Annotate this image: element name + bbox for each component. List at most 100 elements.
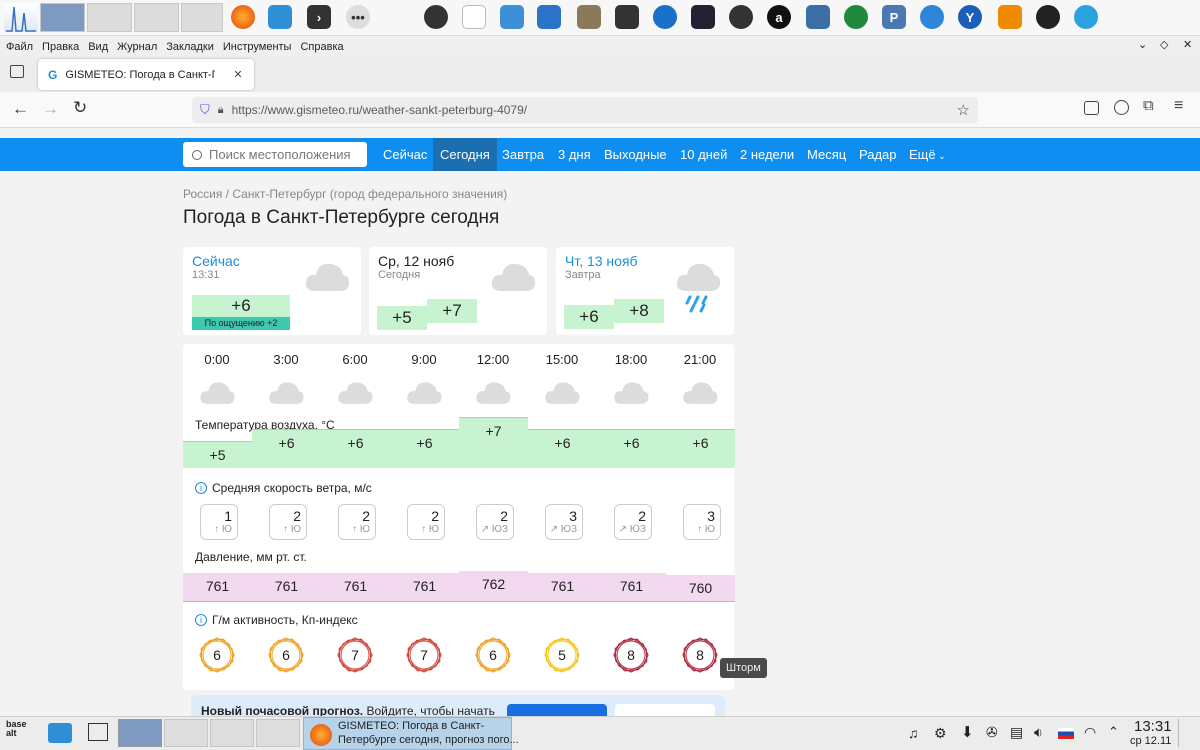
anydesk-icon[interactable]: a <box>767 5 791 29</box>
pocket-icon[interactable] <box>1084 101 1099 115</box>
menu-tools[interactable]: Инструменты <box>223 41 292 53</box>
pager-desktop-2[interactable] <box>164 719 208 747</box>
back-icon[interactable]: ← <box>12 99 29 119</box>
kp-index-badge[interactable]: 7 <box>336 636 374 674</box>
reload-icon[interactable]: ↻ <box>73 98 87 118</box>
kp-index-badge[interactable]: 7 <box>405 636 443 674</box>
kp-index-badge[interactable]: 6 <box>267 636 305 674</box>
menu-view[interactable]: Вид <box>88 41 108 53</box>
tomorrow-card[interactable]: Чт, 13 нояб Завтра +6 +8 <box>556 247 734 335</box>
extensions-icon[interactable]: ⧉ <box>1143 97 1154 114</box>
headphones-icon[interactable] <box>653 5 677 29</box>
info-icon[interactable]: i <box>195 614 207 626</box>
nav-2-weeks[interactable]: 2 недели <box>733 138 801 171</box>
desktop-pager-4[interactable] <box>181 3 223 32</box>
tray-expand-icon[interactable]: ⌃ <box>1108 724 1119 740</box>
bird-app-icon[interactable] <box>1036 5 1060 29</box>
clock-date[interactable]: ср 12.11 <box>1130 735 1171 747</box>
document-viewer-icon[interactable] <box>462 5 486 29</box>
close-window-icon[interactable]: ✕ <box>1183 38 1192 51</box>
keyboard-layout-icon[interactable] <box>1058 728 1074 739</box>
p-app-icon[interactable]: P <box>882 5 906 29</box>
bookmark-star-icon[interactable]: ☆ <box>957 101 970 119</box>
app-store-icon[interactable] <box>500 5 524 29</box>
close-tab-icon[interactable]: ✕ <box>233 68 242 81</box>
obs-icon[interactable] <box>424 5 448 29</box>
nav-tomorrow[interactable]: Завтра <box>495 138 551 171</box>
more-apps-icon[interactable]: ••• <box>346 5 370 29</box>
pager-desktop-3[interactable] <box>210 719 254 747</box>
pager-desktop-4[interactable] <box>256 719 300 747</box>
menu-help[interactable]: Справка <box>300 41 343 53</box>
volume-icon[interactable]: 🔉︎ <box>1034 724 1043 741</box>
desktop-pager-2[interactable] <box>87 3 132 32</box>
menu-bookmarks[interactable]: Закладки <box>166 41 214 53</box>
show-desktop-button[interactable] <box>1178 719 1196 747</box>
nav-today[interactable]: Сегодня <box>433 138 497 171</box>
yandex-login-button[interactable] <box>615 704 715 716</box>
vlc-icon[interactable] <box>998 5 1022 29</box>
show-desktop-icon[interactable] <box>88 723 108 741</box>
kp-index-badge[interactable]: 6 <box>474 636 512 674</box>
network-status-icon[interactable]: ⚙ <box>934 725 947 742</box>
kp-index-badge[interactable]: 8 <box>681 636 719 674</box>
firefox-icon[interactable] <box>231 5 255 29</box>
pressure-bar: 760 <box>666 575 735 602</box>
wifi-icon[interactable]: ◠ <box>1084 724 1096 741</box>
kp-value: 5 <box>558 647 566 663</box>
media-player-icon[interactable] <box>615 5 639 29</box>
menu-file[interactable]: Файл <box>6 41 33 53</box>
vpn-icon[interactable]: ✇ <box>986 724 998 741</box>
tracking-shield-icon[interactable]: ⛉ <box>200 102 210 118</box>
kp-index-badge[interactable]: 6 <box>198 636 236 674</box>
desktop-pager-3[interactable] <box>134 3 179 32</box>
start-menu-icon[interactable]: base alt <box>6 720 34 748</box>
nav-month[interactable]: Месяц <box>800 138 853 171</box>
clock-time[interactable]: 13:31 <box>1134 718 1172 735</box>
updates-icon[interactable]: ⬇ <box>961 723 974 741</box>
file-manager-icon[interactable] <box>48 723 72 743</box>
yandex-icon[interactable]: Y <box>958 5 982 29</box>
menu-history[interactable]: Журнал <box>117 41 157 53</box>
disk-icon[interactable] <box>729 5 753 29</box>
nav-10-days[interactable]: 10 дней <box>673 138 734 171</box>
url-bar[interactable]: ⛉ 🔒︎ https://www.gismeteo.ru/weather-san… <box>192 97 978 123</box>
kp-index-badge[interactable]: 8 <box>612 636 650 674</box>
account-icon[interactable] <box>1114 100 1129 115</box>
desktop-pager-1[interactable] <box>40 3 85 32</box>
nav-more[interactable]: Ещё ⌄ <box>902 138 953 171</box>
globe-icon[interactable] <box>844 5 868 29</box>
info-icon[interactable]: i <box>195 482 207 494</box>
telegram-icon[interactable] <box>1074 5 1098 29</box>
login-button[interactable] <box>507 704 607 716</box>
nav-radar[interactable]: Радар <box>852 138 904 171</box>
location-search-input[interactable]: Поиск местоположения <box>183 142 367 167</box>
tab-overview-icon[interactable] <box>10 65 24 78</box>
breadcrumb[interactable]: Россия / Санкт-Петербург (город федераль… <box>183 187 507 201</box>
tab-gismeteo[interactable]: G GISMETEO: Погода в Санкт-Пет ✕ <box>38 59 254 90</box>
pager-desktop-1[interactable] <box>118 719 162 747</box>
nav-now[interactable]: Сейчас <box>376 138 434 171</box>
kp-index-badge[interactable]: 5 <box>543 636 581 674</box>
terminal-icon[interactable]: › <box>307 5 331 29</box>
nav-weekend[interactable]: Выходные <box>597 138 674 171</box>
now-card[interactable]: Сейчас 13:31 +6 По ощущению +2 <box>183 247 361 335</box>
notifications-icon[interactable]: ♫ <box>908 725 919 741</box>
maximize-window-icon[interactable]: ◇ <box>1160 38 1168 51</box>
lock-icon[interactable]: 🔒︎ <box>218 104 224 117</box>
clipboard-icon[interactable]: ▤ <box>1010 724 1023 741</box>
nav-3-days[interactable]: 3 дня <box>551 138 598 171</box>
webcam-icon[interactable] <box>806 5 830 29</box>
today-card[interactable]: Ср, 12 нояб Сегодня +5 +7 <box>369 247 547 335</box>
minimize-window-icon[interactable]: ⌄ <box>1138 38 1147 51</box>
taskbar-window-firefox[interactable]: GISMETEO: Погода в Санкт- Петербурге сег… <box>303 717 519 750</box>
url-text[interactable]: https://www.gismeteo.ru/weather-sankt-pe… <box>232 103 527 117</box>
gimp-icon[interactable] <box>577 5 601 29</box>
kde-connect-icon[interactable] <box>920 5 944 29</box>
app-menu-icon[interactable]: ≡ <box>1174 97 1183 115</box>
forward-icon[interactable]: → <box>42 99 59 119</box>
menu-edit[interactable]: Правка <box>42 41 79 53</box>
writer-icon[interactable] <box>537 5 561 29</box>
file-manager-icon[interactable] <box>268 5 292 29</box>
video-editor-icon[interactable] <box>691 5 715 29</box>
